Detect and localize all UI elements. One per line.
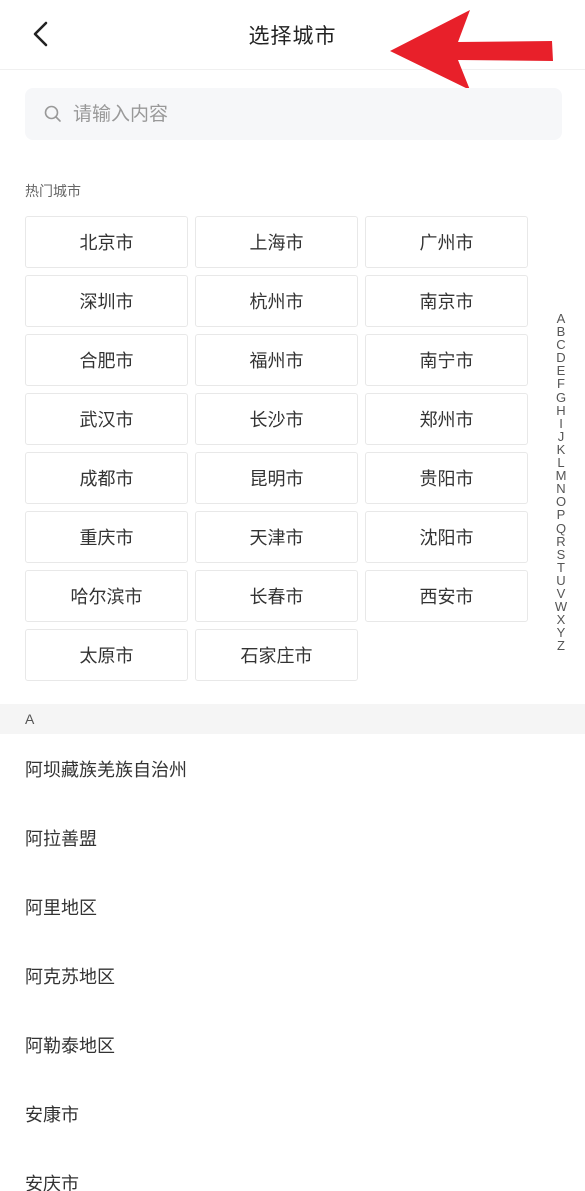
hot-city-button[interactable]: 深圳市 (25, 275, 188, 327)
index-letter[interactable]: S (557, 548, 566, 561)
city-list-item[interactable]: 阿坝藏族羌族自治州 (0, 734, 585, 803)
hot-city-button[interactable]: 成都市 (25, 452, 188, 504)
hot-city-button[interactable]: 上海市 (195, 216, 358, 268)
city-list: 阿坝藏族羌族自治州 阿拉善盟 阿里地区 阿克苏地区 阿勒泰地区 安康市 安庆市 (0, 734, 585, 1191)
city-picker-page: 选择城市 热门城市 北京市上海市广州市深圳市杭州市南京市合肥市福州市南宁市武汉市… (0, 0, 585, 1191)
alphabet-index-bar[interactable]: ABCDEFGHIJKLMNOPQRSTUVWXYZ (552, 312, 570, 653)
hot-city-button[interactable]: 福州市 (195, 334, 358, 386)
annotation-arrow-icon (390, 10, 553, 90)
hot-city-button[interactable]: 沈阳市 (365, 511, 528, 563)
hot-city-button[interactable]: 长春市 (195, 570, 358, 622)
index-letter[interactable]: T (557, 561, 565, 574)
index-letter[interactable]: I (559, 417, 563, 430)
hot-cities-grid: 北京市 上海市 广州市深圳市 杭州市 南京市合肥市 福州市 南宁市武汉市 长沙市 郑州市成都市昆… (25, 216, 528, 681)
city-list-item[interactable]: 安康市 (0, 1079, 585, 1148)
city-list-item[interactable]: 安庆市 (0, 1148, 585, 1191)
hot-city-button[interactable]: 南京市 (365, 275, 528, 327)
hot-city-button[interactable]: 重庆市 (25, 511, 188, 563)
hot-city-button[interactable]: 广州市 (365, 216, 528, 268)
section-header-a: A (0, 704, 585, 734)
hot-city-button[interactable]: 武汉市 (25, 393, 188, 445)
hot-city-button[interactable]: 北京市 (25, 216, 188, 268)
hot-city-button[interactable]: 昆明市 (195, 452, 358, 504)
city-list-item[interactable]: 阿里地区 (0, 872, 585, 941)
hot-city-button[interactable]: 石家庄市 (195, 629, 358, 681)
hot-city-button[interactable]: 合肥市 (25, 334, 188, 386)
hot-city-button[interactable]: 天津市 (195, 511, 358, 563)
index-letter[interactable]: P (557, 508, 566, 521)
index-letter[interactable]: G (556, 390, 566, 403)
search-bar[interactable] (25, 88, 562, 140)
search-input[interactable] (73, 88, 562, 140)
index-letter[interactable]: J (558, 430, 565, 443)
index-letter[interactable]: Q (556, 521, 566, 534)
hot-city-button[interactable]: 杭州市 (195, 275, 358, 327)
hot-city-button[interactable]: 贵阳市 (365, 452, 528, 504)
hot-cities-label: 热门城市 (25, 184, 81, 200)
hot-city-button[interactable]: 西安市 (365, 570, 528, 622)
hot-city-button[interactable]: 哈尔滨市 (25, 570, 188, 622)
index-letter[interactable]: F (557, 377, 565, 390)
index-letter[interactable]: R (556, 534, 565, 547)
hot-city-button[interactable]: 南宁市 (365, 334, 528, 386)
index-letter[interactable]: H (556, 404, 565, 417)
city-list-item[interactable]: 阿勒泰地区 (0, 1010, 585, 1079)
index-letter[interactable]: U (556, 574, 565, 587)
index-letter[interactable]: Z (557, 639, 565, 652)
city-list-item[interactable]: 阿拉善盟 (0, 803, 585, 872)
hot-city-button[interactable]: 太原市 (25, 629, 188, 681)
search-icon (44, 105, 61, 122)
header: 选择城市 (0, 0, 585, 90)
hot-city-button[interactable]: 郑州市 (365, 393, 528, 445)
city-list-item[interactable]: 阿克苏地区 (0, 941, 585, 1010)
hot-city-button[interactable]: 长沙市 (195, 393, 358, 445)
